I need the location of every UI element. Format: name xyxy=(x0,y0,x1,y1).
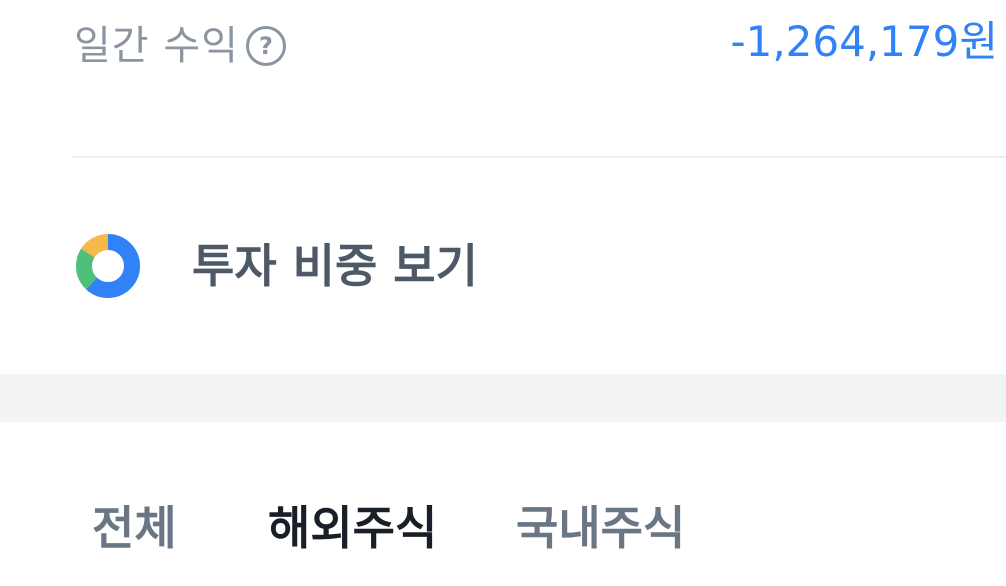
section-separator-band xyxy=(0,374,1006,422)
tab-overseas-stocks[interactable]: 해외주식 xyxy=(268,496,437,560)
question-circle-icon[interactable]: ? xyxy=(246,26,286,66)
tab-all[interactable]: 전체 xyxy=(92,496,177,560)
daily-profit-value: -1,264,179원 xyxy=(730,17,998,66)
section-divider xyxy=(72,156,1006,158)
donut-chart-icon xyxy=(76,234,140,298)
tab-domestic-stocks[interactable]: 국내주식 xyxy=(516,496,685,560)
investment-ratio-button[interactable]: 투자 비중 보기 xyxy=(0,200,1006,340)
investment-ratio-label: 투자 비중 보기 xyxy=(192,239,478,293)
daily-profit-row: 일간 수익 ? -1,264,179원 xyxy=(0,0,1006,96)
daily-profit-label: 일간 수익 xyxy=(74,23,239,69)
market-tabs: 전체 해외주식 국내주식 xyxy=(0,496,1006,566)
